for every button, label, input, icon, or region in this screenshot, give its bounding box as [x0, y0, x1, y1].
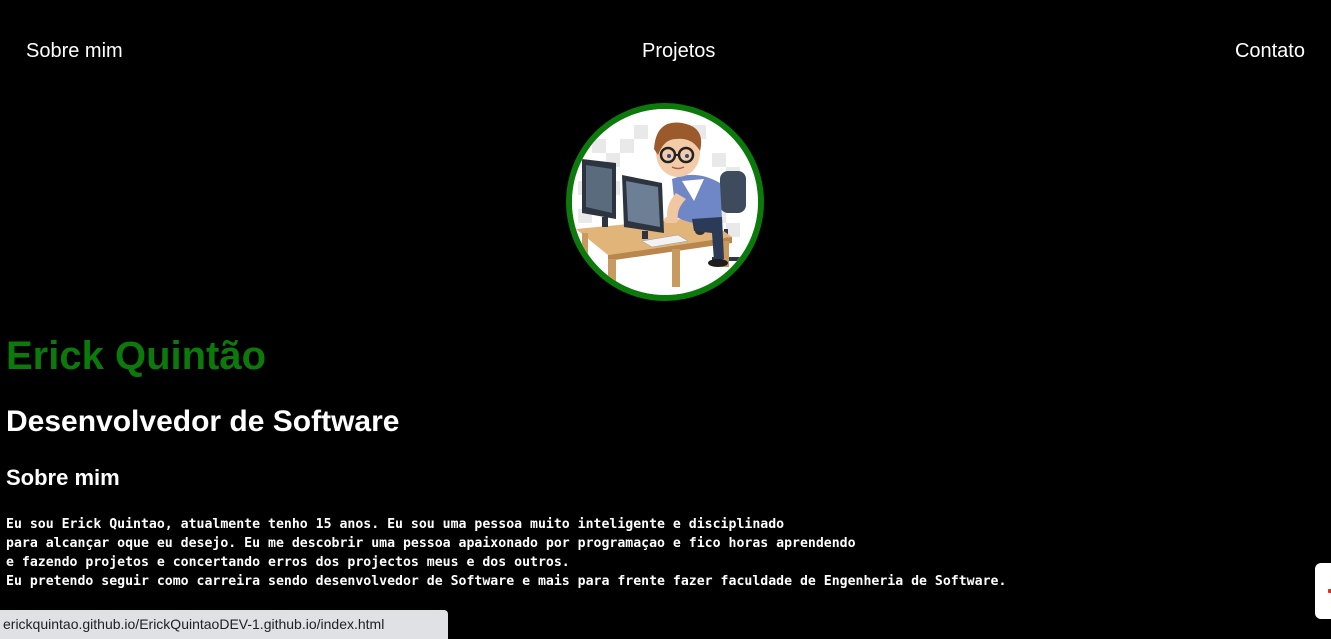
nav-link-contato[interactable]: Contato [1235, 39, 1305, 63]
side-floating-widget[interactable] [1315, 563, 1331, 619]
about-heading: Sobre mim [6, 465, 120, 490]
about-text: Eu sou Erick Quintao, atualmente tenho 1… [6, 517, 1007, 589]
nav-link-sobre-mim[interactable]: Sobre mim [26, 39, 123, 63]
top-navigation: Sobre mim Projetos Contato [0, 0, 1331, 100]
profile-avatar [566, 103, 764, 301]
profile-role: Desenvolvedor de Software [6, 405, 400, 438]
link-status-bar: erickquintao.github.io/ErickQuintaoDEV-1… [0, 610, 448, 639]
profile-name: Erick Quintão [6, 334, 267, 378]
nav-link-projetos[interactable]: Projetos [642, 39, 715, 63]
developer-at-computer-illustration-icon [572, 109, 758, 295]
